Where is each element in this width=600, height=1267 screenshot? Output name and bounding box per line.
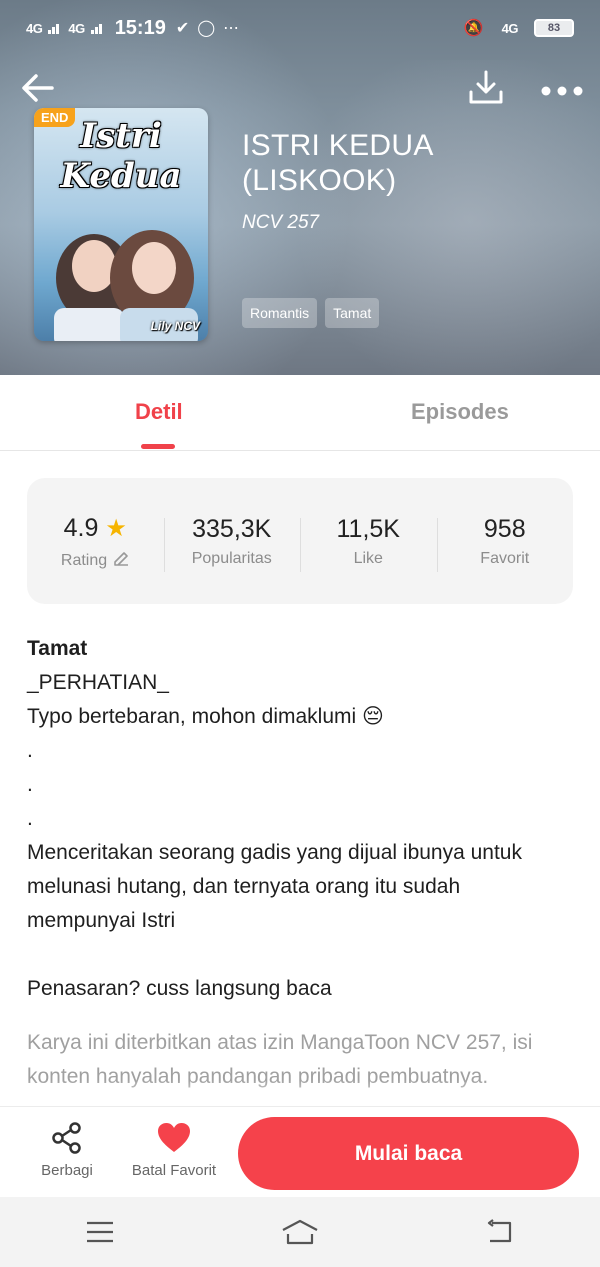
share-button[interactable]: Berbagi — [34, 1121, 100, 1179]
tag-romantis[interactable]: Romantis — [242, 298, 318, 328]
popularity-label: Popularitas — [191, 550, 272, 567]
check-icon: ✔ — [175, 20, 190, 37]
cover-title: Istri Kedua — [60, 116, 182, 196]
tag-list: Romantis Tamat — [242, 298, 380, 328]
system-nav-bar — [0, 1197, 600, 1267]
heart-icon — [158, 1123, 190, 1152]
bottom-action-bar: Berbagi Batal Favorit Mulai baca — [0, 1106, 600, 1198]
like-value: 11,5K — [336, 515, 400, 543]
stat-rating[interactable]: 4.9 ★ Rating — [27, 513, 164, 570]
share-icon — [52, 1122, 81, 1154]
back-button[interactable] — [18, 68, 58, 108]
star-icon: ★ — [105, 514, 127, 542]
content-fade — [0, 1080, 600, 1106]
description-tease: Penasaran? cuss langsung baca — [27, 977, 332, 1000]
instagram-icon: ◯ — [197, 20, 216, 37]
battery-icon: 83 — [534, 19, 574, 37]
signal-icon — [90, 22, 105, 34]
tab-detail[interactable]: Detil — [135, 399, 183, 425]
description-line: Typo bertebaran, mohon dimaklumi 😔 — [27, 705, 384, 728]
description-line: . — [27, 807, 33, 830]
favorite-label: Batal Favorit — [131, 1162, 217, 1179]
rating-label: Rating — [60, 551, 108, 569]
stat-favorite: 958 Favorit — [436, 514, 574, 572]
home-button[interactable] — [270, 1212, 330, 1252]
rating-value: 4.9 — [63, 513, 99, 542]
tab-episodes[interactable]: Episodes — [411, 399, 509, 425]
tag-tamat[interactable]: Tamat — [325, 298, 380, 328]
status-bar: 4G 4G 15:19 ✔ ◯ ⋯ 🔕 4G 83 — [0, 0, 600, 56]
network-label-2: 4G — [68, 20, 85, 36]
more-dots-icon — [541, 86, 583, 96]
book-header: 4G 4G 15:19 ✔ ◯ ⋯ 🔕 4G 83 Istri Kedua Li… — [0, 0, 600, 375]
back-nav-button[interactable] — [470, 1212, 530, 1252]
start-reading-button[interactable]: Mulai baca — [238, 1117, 579, 1190]
arrow-left-icon — [22, 74, 54, 102]
return-icon — [487, 1219, 512, 1243]
stat-like: 11,5K Like — [300, 514, 437, 572]
stats-card: 4.9 ★ Rating 335,3K Popularitas 11,5K Li… — [27, 478, 573, 604]
end-badge: END — [34, 108, 76, 127]
more-notifications-icon: ⋯ — [223, 20, 240, 37]
menu-icon — [87, 1221, 113, 1243]
silent-bell-icon: 🔕 — [463, 20, 484, 37]
description-line: _PERHATIAN_ — [27, 671, 169, 694]
like-label: Like — [353, 550, 383, 567]
book-title: ISTRI KEDUA (LISKOOK) — [242, 129, 433, 197]
clock: 15:19 — [114, 16, 166, 39]
menu-button[interactable] — [70, 1212, 130, 1252]
book-description: Tamat _PERHATIAN_ Typo bertebaran, mohon… — [27, 632, 573, 1094]
stat-popularity: 335,3K Popularitas — [163, 514, 301, 572]
download-icon — [469, 70, 503, 104]
tab-bar: Detil Episodes — [0, 375, 600, 451]
book-author[interactable]: NCV 257 — [242, 212, 319, 234]
signal-icon — [48, 22, 62, 34]
description-line: Menceritakan seorang gadis yang dijual i… — [27, 841, 528, 932]
pencil-icon — [113, 551, 128, 566]
share-label: Berbagi — [41, 1162, 93, 1179]
top-actions — [0, 66, 600, 116]
network-label-1: 4G — [26, 20, 43, 36]
download-button[interactable] — [466, 68, 506, 108]
home-icon — [282, 1219, 318, 1245]
more-options-button[interactable] — [538, 68, 586, 108]
unfavorite-button[interactable]: Batal Favorit — [122, 1121, 226, 1179]
popularity-value: 335,3K — [192, 515, 272, 543]
description-line: . — [27, 773, 33, 796]
favorite-value: 958 — [483, 515, 526, 543]
completion-status: Tamat — [27, 637, 88, 660]
cover-author: Lily NCV — [150, 319, 200, 333]
network-label-3: 4G — [501, 20, 519, 36]
book-cover: Istri Kedua Lily NCV — [34, 108, 208, 341]
favorite-label: Favorit — [480, 550, 530, 567]
description-line: . — [27, 739, 33, 762]
active-tab-indicator — [141, 444, 175, 449]
